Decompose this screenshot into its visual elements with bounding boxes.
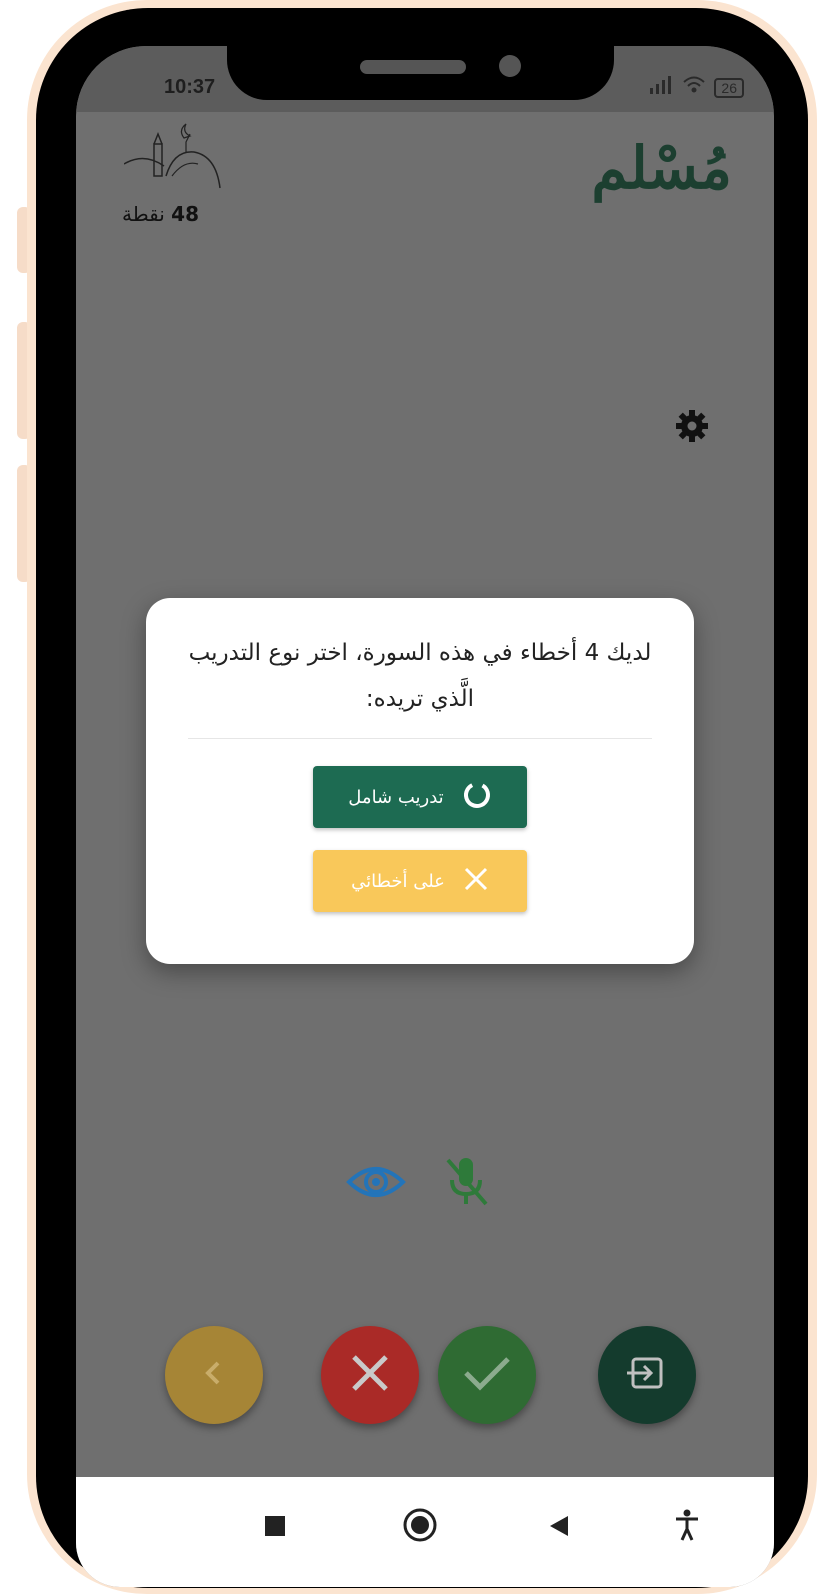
check-icon xyxy=(462,1353,512,1397)
screen: 10:37 26 48 نقطة مُسْلم لديك 4 أخطاء في … xyxy=(76,46,774,1587)
system-nav-bar xyxy=(76,1477,774,1587)
signal-icon xyxy=(648,76,674,99)
points-counter: 48 نقطة xyxy=(122,202,199,226)
recitation-controls xyxy=(346,1154,490,1214)
points-label: نقطة xyxy=(122,202,165,226)
wrong-button[interactable] xyxy=(321,1326,419,1424)
wifi-icon xyxy=(682,76,706,99)
eye-icon[interactable] xyxy=(346,1162,406,1206)
front-camera xyxy=(499,55,521,77)
exit-icon xyxy=(627,1353,667,1397)
loading-circle-icon xyxy=(462,780,492,815)
dialog-message: لديك 4 أخطاء في هذه السورة، اختر نوع الت… xyxy=(188,640,652,712)
my-mistakes-label: على أخطائي xyxy=(351,870,445,892)
back-triangle-icon[interactable] xyxy=(548,1515,570,1541)
points-value: 48 xyxy=(171,202,200,226)
back-button[interactable] xyxy=(165,1326,263,1424)
home-circle-icon[interactable] xyxy=(402,1507,438,1547)
app-logo: مُسْلم xyxy=(591,134,732,202)
battery-icon: 26 xyxy=(714,77,744,98)
dialog-divider xyxy=(188,738,652,739)
status-icons: 26 xyxy=(648,76,744,99)
training-type-dialog: لديك 4 أخطاء في هذه السورة، اختر نوع الت… xyxy=(146,598,694,964)
mosque-logo-icon xyxy=(123,122,224,206)
camera-notch xyxy=(227,8,614,100)
close-icon xyxy=(348,1351,392,1399)
my-mistakes-button[interactable]: على أخطائي xyxy=(313,850,527,912)
correct-button[interactable] xyxy=(438,1326,536,1424)
speaker xyxy=(360,60,466,74)
chevron-left-icon xyxy=(199,1358,229,1392)
square-icon[interactable] xyxy=(264,1515,286,1541)
gear-icon[interactable] xyxy=(674,408,710,448)
accessibility-icon[interactable] xyxy=(674,1509,700,1545)
exit-button[interactable] xyxy=(598,1326,696,1424)
close-icon xyxy=(463,866,489,897)
full-training-label: تدريب شامل xyxy=(348,786,444,808)
mic-off-icon[interactable] xyxy=(442,1154,490,1214)
full-training-button[interactable]: تدريب شامل xyxy=(313,766,527,828)
status-time: 10:37 xyxy=(164,76,216,98)
